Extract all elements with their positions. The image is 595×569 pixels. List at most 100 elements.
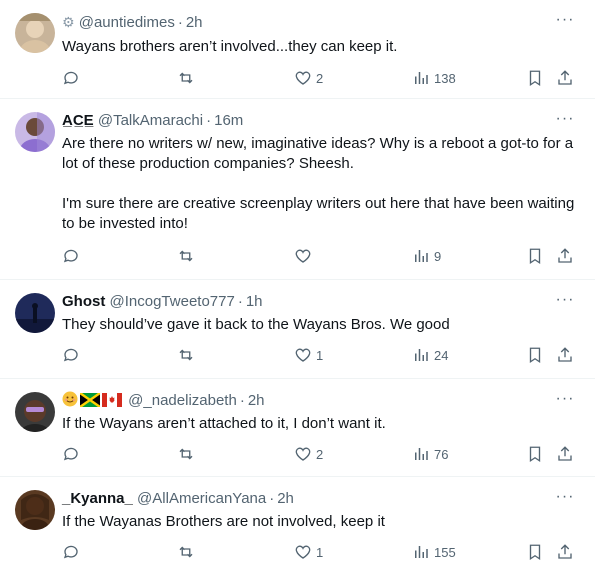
avatar[interactable] (15, 392, 55, 432)
user-handle[interactable]: @AllAmericanYana (137, 490, 266, 507)
avatar[interactable] (15, 13, 55, 53)
display-name[interactable]: Ghost (62, 293, 105, 310)
bookmark-button[interactable] (526, 542, 544, 562)
reply-icon (63, 249, 78, 263)
share-button[interactable] (556, 542, 574, 562)
view-count: 155 (434, 544, 456, 560)
reply-button[interactable] (62, 345, 80, 365)
retweet-button[interactable] (177, 345, 195, 365)
like-button[interactable] (294, 246, 316, 266)
retweet-button[interactable] (177, 246, 195, 266)
user-handle[interactable]: @_nadelizabeth (128, 392, 237, 409)
tweet-time[interactable]: 2h (248, 392, 265, 409)
tweet-time[interactable]: 16m (214, 112, 243, 129)
tweet-text: Are there no writers w/ new, imaginative… (62, 135, 575, 232)
tweet-actions: 2 138 (62, 68, 581, 88)
view-count: 9 (434, 248, 442, 264)
reply-icon (63, 348, 78, 362)
share-button[interactable] (556, 345, 574, 365)
more-options-icon[interactable]: ··· (555, 389, 575, 409)
tweet-time[interactable]: 2h (186, 14, 203, 31)
separator-dot: · (239, 392, 245, 409)
bookmark-icon (529, 446, 541, 463)
retweet-icon (179, 72, 193, 84)
tweet[interactable]: _Kyanna_ @AllAmericanYana · 2h ··· If the … (0, 477, 595, 569)
views-chart-icon (415, 72, 428, 84)
like-button[interactable]: 2 (294, 444, 323, 464)
more-options-icon[interactable]: ··· (555, 10, 575, 30)
views-button[interactable]: 138 (412, 68, 456, 88)
reply-button[interactable] (62, 68, 80, 88)
tweet-header: A̲C̲E̲ @TalkAmarachi · 16m (62, 111, 555, 131)
tweet-text: Wayans brothers aren’t involved...they c… (62, 38, 398, 55)
retweet-icon (179, 250, 193, 262)
tweet-time[interactable]: 2h (277, 490, 294, 507)
bookmark-button[interactable] (526, 444, 544, 464)
share-button[interactable] (556, 444, 574, 464)
user-handle[interactable]: @TalkAmarachi (98, 112, 203, 129)
avatar[interactable] (15, 293, 55, 333)
retweet-button[interactable] (177, 444, 195, 464)
like-button[interactable]: 1 (294, 542, 323, 562)
view-count: 76 (434, 446, 449, 462)
heart-icon (295, 249, 311, 263)
reply-button[interactable] (62, 542, 80, 562)
like-button[interactable]: 1 (294, 345, 323, 365)
heart-icon (295, 545, 311, 559)
tweet[interactable]: Ghost @IncogTweeto777 · 1h ··· They should… (0, 280, 595, 379)
heart-icon (295, 71, 311, 85)
view-count: 24 (434, 347, 449, 363)
like-count: 1 (316, 347, 324, 363)
more-options-icon[interactable]: ··· (555, 487, 575, 507)
views-chart-icon (415, 250, 428, 262)
tweet-time[interactable]: 1h (246, 293, 263, 310)
retweet-button[interactable] (177, 68, 195, 88)
tweet-header: _Kyanna_ @AllAmericanYana · 2h (62, 489, 555, 509)
views-button[interactable]: 9 (412, 246, 441, 266)
reply-button[interactable] (62, 246, 80, 266)
views-chart-icon (415, 349, 428, 361)
tweet-text: They should’ve gave it back to the Wayan… (62, 316, 450, 333)
tweet[interactable]: ⚙ @auntiedimes · 2h ··· Wayans brothers ar… (0, 0, 595, 99)
bookmark-icon (529, 70, 541, 87)
user-handle[interactable]: @auntiedimes (79, 14, 175, 31)
gear-badge-icon: ⚙ (62, 14, 75, 30)
view-count: 138 (434, 70, 456, 86)
avatar[interactable] (15, 490, 55, 530)
heart-icon (295, 348, 311, 362)
views-button[interactable]: 76 (412, 444, 448, 464)
like-count: 2 (316, 70, 324, 86)
tweet-text: If the Wayanas Brothers are not involved… (62, 513, 385, 530)
bookmark-button[interactable] (526, 246, 544, 266)
reply-icon (63, 71, 78, 85)
bookmark-button[interactable] (526, 68, 544, 88)
share-button[interactable] (556, 68, 574, 88)
tweet-actions: 1 24 (62, 345, 581, 365)
share-button[interactable] (556, 246, 574, 266)
retweet-icon (179, 349, 193, 361)
avatar[interactable] (15, 112, 55, 152)
reply-button[interactable] (62, 444, 80, 464)
display-name[interactable]: A̲C̲E̲ (62, 112, 94, 129)
like-count: 1 (316, 544, 324, 560)
tweet-text: If the Wayans aren’t attached to it, I d… (62, 415, 386, 432)
like-button[interactable]: 2 (294, 68, 323, 88)
share-icon (558, 70, 572, 85)
views-chart-icon (415, 448, 428, 460)
user-handle[interactable]: @IncogTweeto777 (110, 293, 235, 310)
tweet[interactable]: A̲C̲E̲ @TalkAmarachi · 16m ··· Are there n… (0, 99, 595, 280)
views-button[interactable]: 155 (412, 542, 456, 562)
views-chart-icon (415, 546, 428, 558)
tweet[interactable]: @_nadelizabeth · 2h ··· If the Wayans aren… (0, 379, 595, 477)
tweet-header: @_nadelizabeth · 2h (62, 391, 555, 413)
more-options-icon[interactable]: ··· (555, 109, 575, 129)
display-name[interactable]: _Kyanna_ (62, 490, 133, 507)
like-count: 2 (316, 446, 324, 462)
separator-dot: · (269, 490, 275, 507)
tweet-header: ⚙ @auntiedimes · 2h (62, 12, 555, 33)
retweet-button[interactable] (177, 542, 195, 562)
views-button[interactable]: 24 (412, 345, 448, 365)
more-options-icon[interactable]: ··· (555, 290, 575, 310)
separator-dot: · (177, 14, 183, 31)
bookmark-button[interactable] (526, 345, 544, 365)
